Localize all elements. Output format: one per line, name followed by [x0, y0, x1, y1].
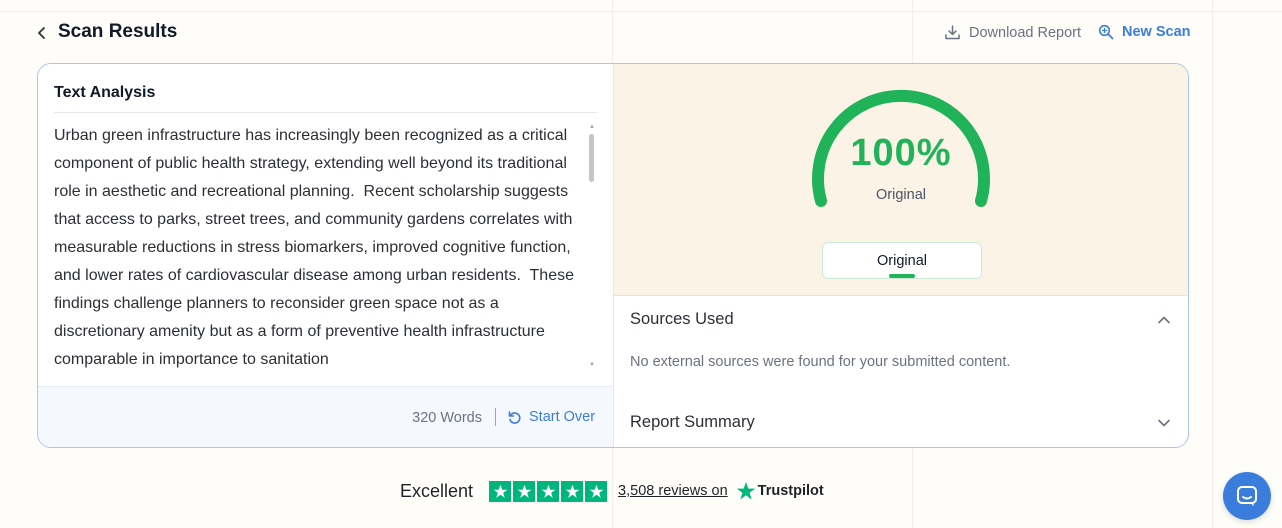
results-panel: 100% Original Original Sources Used No e…: [613, 64, 1188, 447]
trustpilot-rating-label: Excellent: [400, 480, 474, 501]
chevron-down-icon: [1158, 419, 1170, 427]
trustpilot-brand-text: Trustpilot: [757, 483, 824, 499]
start-over-label: Start Over: [529, 409, 596, 425]
trustpilot-stars: [489, 480, 608, 502]
tab-original-label: Original: [877, 253, 927, 269]
trustpilot-reviews-link[interactable]: 3,508 reviews on: [618, 483, 728, 499]
active-tab-indicator: [889, 274, 915, 278]
sources-used-title: Sources Used: [630, 310, 734, 328]
sources-used-toggle[interactable]: Sources Used: [630, 310, 1175, 332]
download-icon: [945, 25, 960, 40]
report-summary-title: Report Summary: [630, 413, 755, 431]
footer-separator: [495, 408, 496, 426]
analyzed-text: Urban green infrastructure has increasin…: [54, 127, 579, 368]
originality-percent: 100%: [850, 132, 952, 174]
sources-empty-message: No external sources were found for your …: [630, 354, 1011, 370]
chat-button[interactable]: [1223, 472, 1271, 520]
chevron-up-icon: [1158, 316, 1170, 324]
divider: [54, 112, 597, 113]
trustpilot-star: [489, 480, 512, 502]
download-report-label: Download Report: [969, 24, 1082, 41]
trustpilot-star: [513, 480, 536, 502]
trustpilot-logo[interactable]: Trustpilot: [736, 481, 824, 501]
scroll-down-arrow[interactable]: ▼: [589, 362, 595, 368]
word-count: 320 Words: [412, 410, 482, 426]
new-scan-label: New Scan: [1122, 24, 1191, 40]
scan-results-card: Text Analysis Urban green infrastructure…: [37, 63, 1189, 448]
page-header: Scan Results Download Report New Scan: [0, 0, 1282, 64]
page-title: Scan Results: [58, 21, 178, 42]
trustpilot-star: [585, 480, 608, 502]
undo-icon: [508, 410, 521, 424]
download-report-button[interactable]: Download Report: [944, 24, 1081, 41]
trustpilot-star-icon: [736, 482, 755, 500]
back-button[interactable]: [34, 22, 48, 44]
report-summary-toggle[interactable]: Report Summary: [630, 413, 1175, 435]
text-analysis-panel: Text Analysis Urban green infrastructure…: [38, 64, 613, 447]
search-scan-icon: [1098, 24, 1114, 40]
scrollbar-thumb[interactable]: [589, 134, 594, 182]
text-analysis-title: Text Analysis: [54, 84, 156, 101]
chevron-left-icon: [37, 27, 45, 39]
gauge-label: Original: [876, 187, 926, 203]
chat-icon: [1237, 486, 1257, 506]
score-area: 100% Original Original: [614, 64, 1188, 296]
trustpilot-star: [561, 480, 584, 502]
trustpilot-star: [537, 480, 560, 502]
text-analysis-footer: 320 Words Start Over: [38, 386, 613, 447]
trustpilot-widget: Excellent 3,508 reviews on Trustpilot: [400, 478, 824, 504]
new-scan-button[interactable]: New Scan: [1098, 24, 1191, 40]
scroll-up-arrow[interactable]: ▲: [589, 124, 595, 130]
tab-original[interactable]: Original: [822, 242, 982, 279]
start-over-button[interactable]: Start Over: [507, 409, 595, 425]
